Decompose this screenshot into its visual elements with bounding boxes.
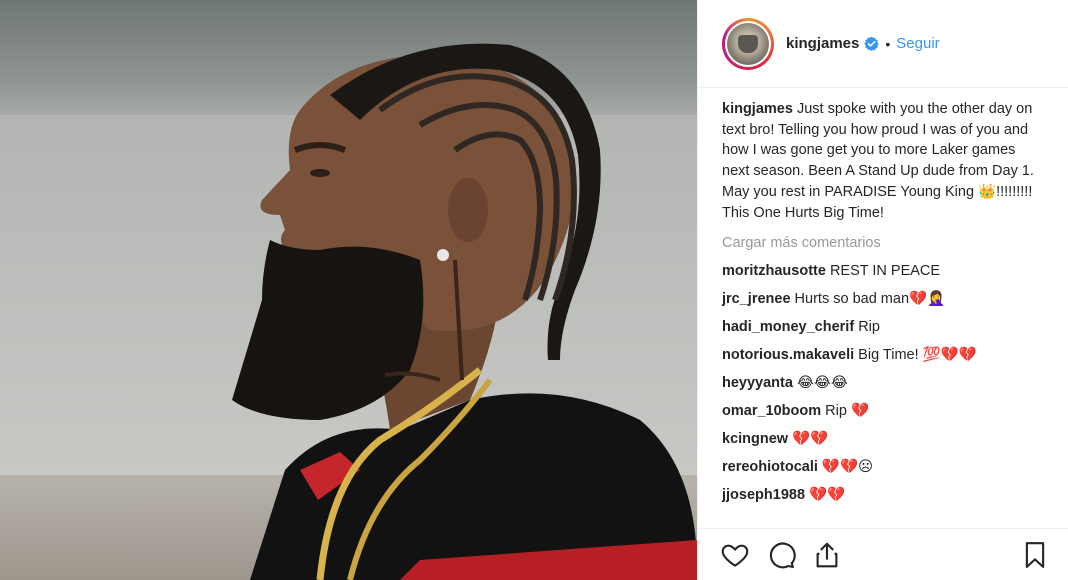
- comment-username[interactable]: heyyyanta: [722, 375, 793, 391]
- comment-username[interactable]: rereohiotocali: [722, 459, 818, 475]
- bookmark-icon[interactable]: [1020, 540, 1050, 570]
- heart-icon[interactable]: [720, 540, 750, 570]
- post-sidebar: kingjames • Seguir kingjames Just spoke …: [697, 0, 1068, 580]
- share-icon[interactable]: [812, 540, 842, 570]
- comment-text: 💔💔☹: [817, 459, 874, 476]
- avatar[interactable]: [722, 17, 774, 70]
- post-photo[interactable]: [0, 0, 697, 580]
- comment-username[interactable]: hadi_money_cherif: [722, 319, 854, 335]
- post-caption: kingjames Just spoke with you the other …: [722, 99, 1044, 223]
- comment-text: Rip 💔: [821, 403, 869, 420]
- comment-item: hadi_money_cherif Rip: [722, 317, 1044, 337]
- avatar-image: [727, 22, 769, 65]
- comment-item: jrc_jrenee Hurts so bad man💔🤦‍♀: [722, 289, 1044, 309]
- comment-username[interactable]: notorious.makaveli: [722, 347, 854, 363]
- comment-username[interactable]: kcingnew: [722, 431, 788, 447]
- comment-text: Big Time! 💯💔💔: [854, 347, 977, 364]
- comment-text: Rip: [854, 319, 880, 336]
- comment-item: jjoseph1988 💔💔: [722, 485, 1044, 505]
- comment-item: kcingnew 💔💔: [722, 429, 1044, 449]
- comment-item: notorious.makaveli Big Time! 💯💔💔: [722, 345, 1044, 365]
- follow-button[interactable]: Seguir: [896, 35, 939, 52]
- post-header: kingjames • Seguir: [698, 0, 1068, 88]
- header-separator: •: [885, 35, 891, 52]
- comment-text: 💔💔: [805, 487, 846, 504]
- comment-item: rereohiotocali 💔💔☹: [722, 457, 1044, 477]
- comment-text: Hurts so bad man💔🤦‍♀: [790, 291, 946, 308]
- portrait-illustration: [232, 43, 697, 580]
- comments-section[interactable]: kingjames Just spoke with you the other …: [698, 89, 1068, 528]
- header-username[interactable]: kingjames: [786, 35, 859, 52]
- comment-item: omar_10boom Rip 💔: [722, 401, 1044, 421]
- verified-badge-icon: [864, 36, 880, 51]
- caption-username[interactable]: kingjames: [722, 101, 793, 117]
- comment-text: 😂😂😂: [792, 375, 848, 392]
- avatar-frame: [725, 20, 771, 67]
- comment-username[interactable]: jrc_jrenee: [722, 291, 791, 307]
- load-more-comments-button[interactable]: Cargar más comentarios: [722, 233, 1044, 253]
- comment-username[interactable]: omar_10boom: [722, 403, 821, 419]
- comment-item: heyyyanta 😂😂😂: [722, 373, 1044, 393]
- instagram-post: kingjames • Seguir kingjames Just spoke …: [0, 0, 1068, 580]
- comment-text: REST IN PEACE: [825, 263, 941, 280]
- comment-username[interactable]: moritzhausotte: [722, 263, 826, 279]
- action-bar: [698, 528, 1068, 580]
- caption-text: Just spoke with you the other day on tex…: [722, 101, 1034, 221]
- comment-text: 💔💔: [788, 431, 829, 448]
- comment-icon[interactable]: [766, 540, 796, 570]
- comment-username[interactable]: jjoseph1988: [722, 487, 805, 503]
- comment-item: moritzhausotte REST IN PEACE: [722, 261, 1044, 281]
